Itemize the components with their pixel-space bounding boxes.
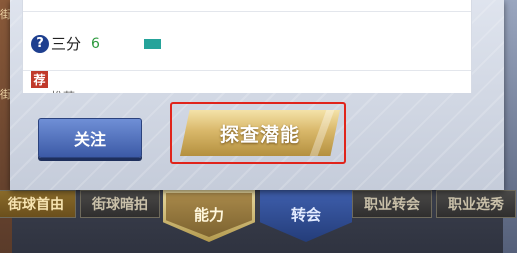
tab-transfer[interactable]: 转会 <box>260 190 352 242</box>
potential-modal: ? 三分 6 荐 推荐 关注 探查潜能 <box>10 0 504 190</box>
recommend-badge: 荐 <box>31 71 48 88</box>
tab-street-dark[interactable]: 街球暗拍 <box>80 190 160 218</box>
explore-highlight-frame: 探查潜能 <box>170 102 346 164</box>
explore-potential-button[interactable]: 探查潜能 <box>180 110 340 156</box>
tab-transfer-label: 转会 <box>290 206 321 224</box>
tab-ability-label: 能力 <box>193 206 224 224</box>
recommend-text: 推荐 <box>51 88 75 93</box>
follow-button-label: 关注 <box>73 130 106 149</box>
tab-pro-draft[interactable]: 职业选秀 <box>436 190 516 218</box>
tab-ability[interactable]: 能力 <box>163 190 255 242</box>
divider <box>23 11 471 12</box>
attribute-value: 6 <box>91 35 100 52</box>
tab-pro-transfer[interactable]: 职业转会 <box>352 190 432 218</box>
attribute-row-three-point: ? 三分 6 <box>31 33 161 54</box>
divider <box>23 70 471 71</box>
explore-button-label: 探查潜能 <box>219 123 300 146</box>
attribute-bar <box>143 38 161 49</box>
help-icon[interactable]: ? <box>31 34 49 53</box>
attribute-panel: ? 三分 6 荐 推荐 <box>22 0 472 93</box>
tab-street-free[interactable]: 街球首由 <box>0 190 76 218</box>
attribute-label: 三分 <box>51 35 82 53</box>
follow-button[interactable]: 关注 <box>38 118 142 158</box>
